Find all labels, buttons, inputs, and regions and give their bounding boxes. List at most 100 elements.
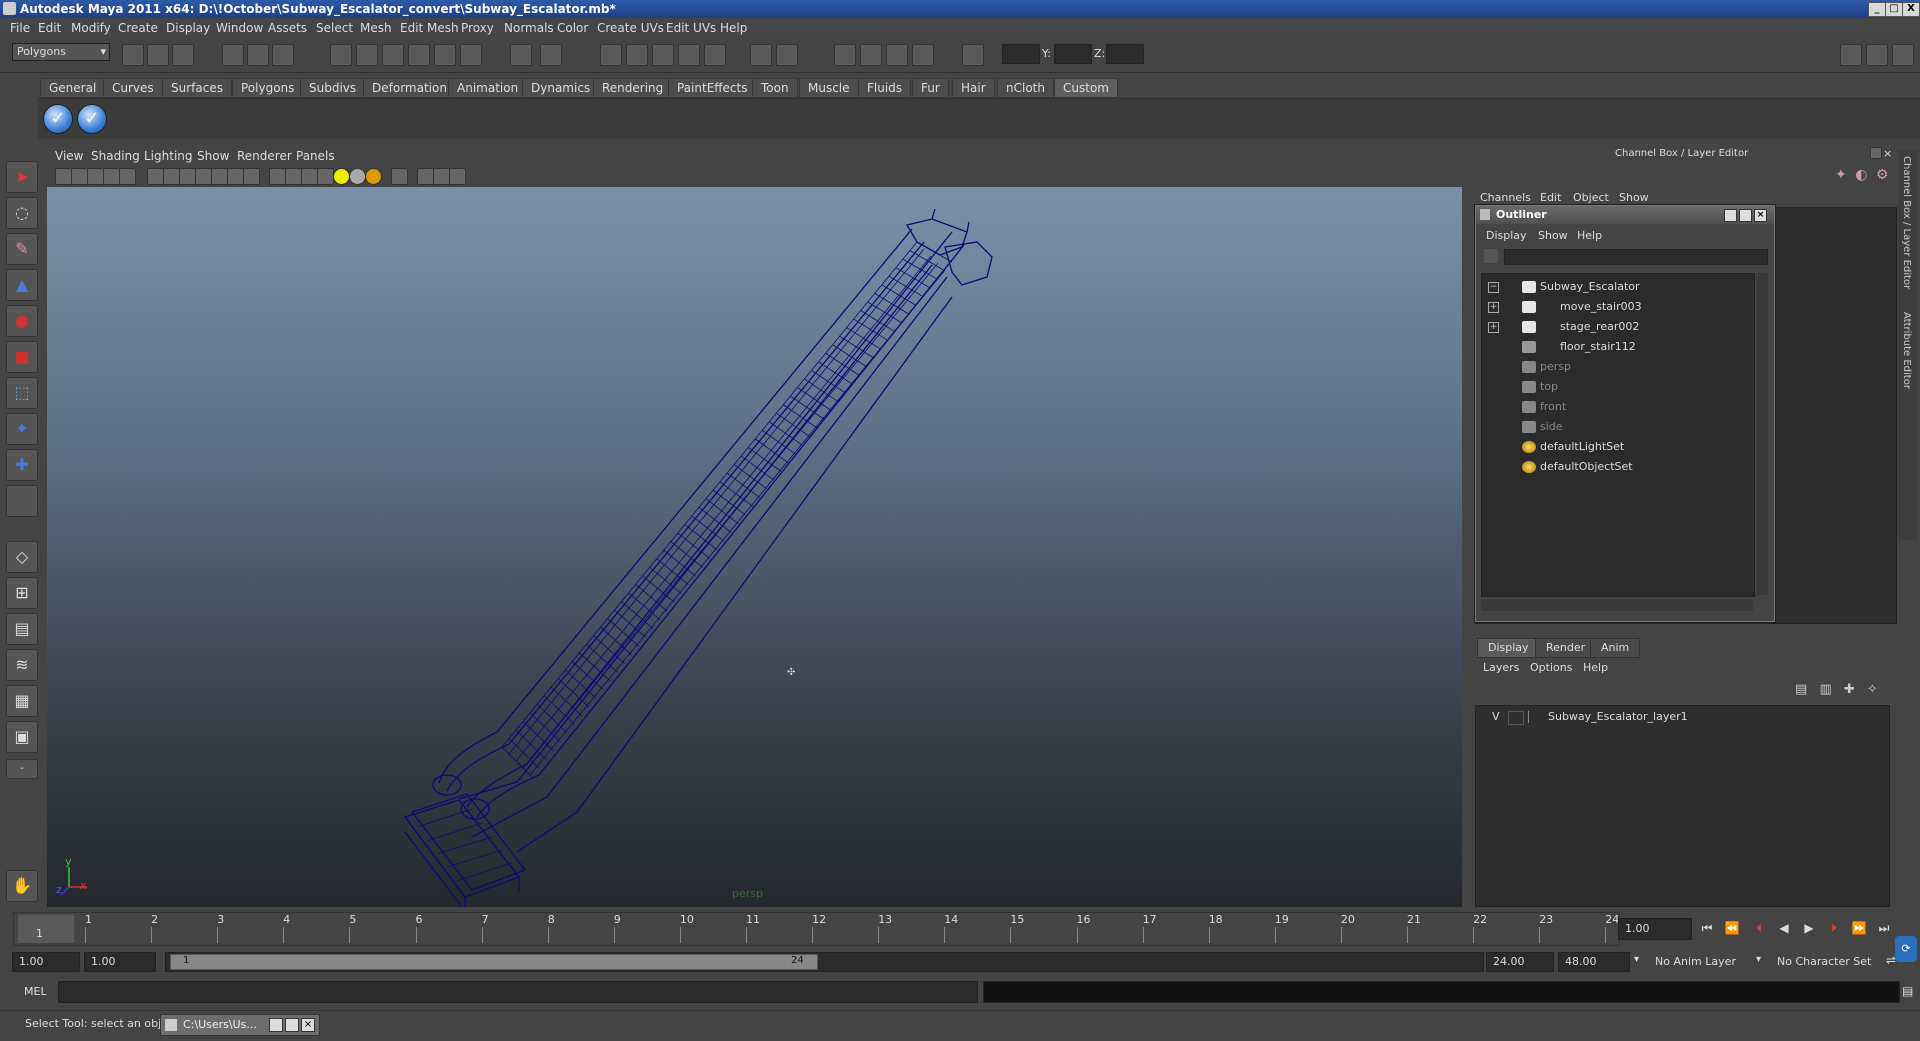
outliner-menu-show[interactable]: Show	[1538, 229, 1568, 242]
menu-modify[interactable]: Modify	[71, 21, 111, 35]
hypershade-persp-layout-icon[interactable]: ▦	[6, 685, 38, 717]
viewport-menu-show[interactable]: Show	[197, 149, 229, 163]
persp-graph-layout-icon[interactable]: ≋	[6, 649, 38, 681]
outliner-horizontal-scrollbar[interactable]	[1481, 599, 1753, 611]
create-empty-layer-icon[interactable]: ✚	[1844, 682, 1855, 697]
viewport-menu-shading[interactable]: Shading	[91, 149, 140, 163]
outliner-minimize-icon[interactable]	[1724, 209, 1737, 222]
xray-components-icon[interactable]	[449, 168, 466, 185]
bookmark-icon[interactable]	[87, 168, 104, 185]
outliner-titlebar[interactable]: Outliner ×	[1476, 206, 1774, 224]
absolute-transform-icon[interactable]	[962, 44, 984, 66]
menu-set-dropdown[interactable]: Polygons ▾	[12, 43, 110, 61]
keyframe-icon[interactable]: ◐	[1855, 167, 1867, 183]
script-editor-icon[interactable]: ▤	[1902, 984, 1913, 998]
input-line-icon[interactable]	[750, 44, 772, 66]
toggle-channel-box-icon[interactable]	[1892, 44, 1914, 66]
shelf-tab-ncloth[interactable]: nCloth	[997, 78, 1054, 98]
select-tool-icon[interactable]: ➤	[6, 161, 38, 193]
outliner-item-default-light-set[interactable]: defaultLightSet	[1482, 438, 1752, 456]
current-frame-field[interactable]: 1.00	[1618, 918, 1692, 940]
play-forwards-icon[interactable]: ▶	[1799, 918, 1819, 938]
select-object-icon[interactable]	[247, 44, 269, 66]
shelf-tab-custom[interactable]: Custom	[1054, 78, 1118, 98]
restore-icon[interactable]	[1870, 147, 1882, 159]
channel-menu-edit[interactable]: Edit	[1540, 191, 1561, 204]
go-to-start-icon[interactable]: ⏮	[1697, 918, 1717, 938]
animation-start-field[interactable]: 1.00	[12, 952, 80, 972]
shelf-tab-fur[interactable]: Fur	[912, 78, 949, 98]
ipr-render-icon[interactable]	[626, 44, 648, 66]
side-tab-attribute-editor[interactable]: Attribute Editor	[1901, 312, 1912, 389]
show-hide-tool-icon[interactable]	[860, 44, 882, 66]
show-manipulator-icon[interactable]: ✚	[6, 449, 38, 481]
layer-tab-anim[interactable]: Anim	[1590, 638, 1641, 658]
lasso-tool-icon[interactable]: ◌	[6, 197, 38, 229]
shelf-tab-polygons[interactable]: Polygons	[232, 78, 304, 98]
perspective-viewport[interactable]: y x z ✣ persp	[47, 187, 1462, 907]
close-button[interactable]: X	[1902, 2, 1920, 17]
safe-title-icon[interactable]	[243, 168, 260, 185]
chevron-down-icon[interactable]: ▾	[1634, 954, 1639, 965]
wireframe-on-shaded-icon[interactable]	[301, 168, 318, 185]
menu-color[interactable]: Color	[557, 21, 588, 35]
layer-menu-layers[interactable]: Layers	[1483, 661, 1519, 674]
toggle-attribute-editor-icon[interactable]	[1840, 44, 1862, 66]
shelf-tab-toon[interactable]: Toon	[752, 78, 798, 98]
select-camera-icon[interactable]	[55, 168, 72, 185]
open-scene-icon[interactable]	[147, 44, 169, 66]
shelf-tab-fluids[interactable]: Fluids	[858, 78, 912, 98]
outliner-item-top[interactable]: top	[1482, 378, 1752, 396]
menu-mesh[interactable]: Mesh	[360, 21, 392, 35]
go-to-end-icon[interactable]: ⏭	[1874, 918, 1894, 938]
outliner-search-input[interactable]	[1504, 249, 1768, 265]
toggle-tool-settings-icon[interactable]	[1866, 44, 1888, 66]
current-time-marker[interactable]: 1	[18, 915, 74, 943]
shelf-tab-deformation[interactable]: Deformation	[363, 78, 456, 98]
playback-start-field[interactable]: 1.00	[84, 952, 156, 972]
minimized-window-button[interactable]: C:\Users\Us... ×	[160, 1014, 320, 1036]
menu-edit[interactable]: Edit	[38, 21, 61, 35]
layer-name[interactable]: Subway_Escalator_layer1	[1548, 708, 1688, 726]
shelf-tab-painteffects[interactable]: PaintEffects	[668, 78, 757, 98]
outliner-item-floor-stair112[interactable]: floor_stair112	[1482, 338, 1752, 356]
outliner-menu-display[interactable]: Display	[1486, 229, 1527, 242]
menu-proxy[interactable]: Proxy	[461, 21, 494, 35]
settings-icon[interactable]: ⚙	[1876, 167, 1889, 183]
step-back-frame-icon[interactable]: ⏪	[1722, 918, 1742, 938]
viewport-menu-renderer[interactable]: Renderer	[237, 149, 292, 163]
viewport-menu-view[interactable]: View	[55, 149, 83, 163]
create-layer-from-selected-icon[interactable]: ✧	[1867, 682, 1878, 697]
outliner-vertical-scrollbar[interactable]	[1756, 273, 1768, 595]
snap-curve-icon[interactable]	[356, 44, 378, 66]
select-hierarchy-icon[interactable]	[222, 44, 244, 66]
x-field[interactable]	[1002, 44, 1040, 64]
chevron-down-icon[interactable]: ▾	[1756, 954, 1761, 965]
step-forward-frame-icon[interactable]: ⏩	[1849, 918, 1869, 938]
soft-modification-icon[interactable]: ✦	[6, 413, 38, 445]
resolution-gate-icon[interactable]	[179, 168, 196, 185]
hypershade-icon[interactable]	[678, 44, 700, 66]
layer-row[interactable]: V Subway_Escalator_layer1	[1478, 708, 1886, 726]
snap-grid-icon[interactable]	[330, 44, 352, 66]
close-icon[interactable]: ×	[1883, 147, 1892, 160]
new-scene-icon[interactable]	[122, 44, 144, 66]
play-backwards-icon[interactable]: ◀	[1774, 918, 1794, 938]
outliner-item-front[interactable]: front	[1482, 398, 1752, 416]
more-layouts-icon[interactable]: -	[6, 759, 38, 779]
anim-layer-dropdown[interactable]: No Anim Layer	[1648, 952, 1750, 972]
image-plane-icon[interactable]	[103, 168, 120, 185]
single-perspective-layout-icon[interactable]: ◇	[6, 541, 38, 573]
channel-menu-object[interactable]: Object	[1573, 191, 1609, 204]
time-slider[interactable]: 1 2 3 4 5 6 7 8 9 10 11 12 13 14 15 16 17 18 19 20 21 22 23 24 …	[13, 912, 1620, 946]
viewport-menu-panels[interactable]: Panels	[296, 149, 335, 163]
viewport-menu-lighting[interactable]: Lighting	[144, 149, 193, 163]
history-icon[interactable]	[460, 44, 482, 66]
minimize-button[interactable]: _	[1868, 2, 1886, 17]
step-forward-key-icon[interactable]: ⏵	[1824, 918, 1844, 938]
snap-plane-icon[interactable]	[408, 44, 430, 66]
menu-help[interactable]: Help	[720, 21, 747, 35]
move-tool-icon[interactable]: ▲	[6, 269, 38, 301]
outliner-item-move-stair003[interactable]: + move_stair003	[1482, 298, 1752, 316]
maya-app-icon[interactable]	[3, 2, 16, 15]
